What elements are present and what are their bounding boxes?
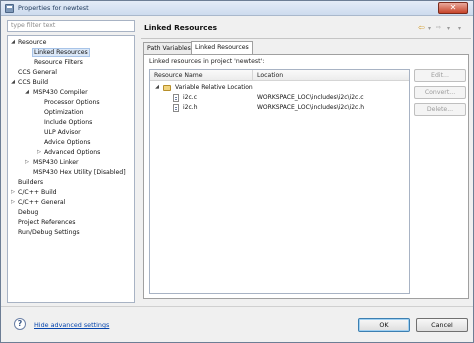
tree-item-resource-filters[interactable]: Resource Filters <box>34 58 83 67</box>
table-row[interactable]: i2c.h WORKSPACE_LOC\includes\i2c\i2c.h <box>150 103 409 112</box>
tree-item-debug[interactable]: Debug <box>18 208 38 217</box>
forward-dropdown-icon[interactable]: ▾ <box>447 24 450 33</box>
page-title: Linked Resources <box>144 23 217 32</box>
right-panel: Linked Resources ⇦ ▾ ⇨ ▾ ▾ Path Variable… <box>141 18 471 303</box>
tree-item-msp430-hex-utility[interactable]: MSP430 Hex Utility [Disabled] <box>33 168 126 177</box>
column-header-location[interactable]: Location <box>253 70 409 81</box>
tab-path-variables[interactable]: Path Variables <box>143 42 195 54</box>
folder-icon <box>163 85 171 91</box>
c-file-icon <box>173 94 179 102</box>
resource-location: WORKSPACE_LOC\includes\i2c\i2c.c <box>257 94 364 101</box>
tree-item-msp430-linker[interactable]: ▷ MSP430 Linker <box>24 158 79 167</box>
table-header: Resource Name Location <box>150 70 409 81</box>
tree-item-ulp-advisor[interactable]: ULP Advisor <box>44 128 81 137</box>
resources-caption: Linked resources in project 'newtest': <box>149 58 265 65</box>
page-navigation: ⇦ ▾ ⇨ ▾ ▾ <box>416 23 471 33</box>
tab-linked-resources[interactable]: Linked Resources <box>191 41 253 54</box>
delete-button[interactable]: Delete... <box>414 103 466 116</box>
expand-triangle-icon[interactable]: ◢ <box>154 83 160 92</box>
convert-button[interactable]: Convert... <box>414 86 466 99</box>
tree-item-advanced-options[interactable]: ▷ Advanced Options <box>36 148 100 157</box>
expand-triangle-icon[interactable]: ◢ <box>24 88 30 97</box>
close-button[interactable]: ✕ <box>438 2 468 14</box>
tree-item-linked-resources[interactable]: Linked Resources <box>32 48 90 57</box>
tree-item-include-options[interactable]: Include Options <box>44 118 92 127</box>
menu-down-icon[interactable]: ▾ <box>458 24 461 33</box>
expand-triangle-icon[interactable]: ◢ <box>10 78 16 87</box>
tree-item-builders[interactable]: Builders <box>18 178 43 187</box>
tree-item-advice-options[interactable]: Advice Options <box>44 138 90 147</box>
tree-item-msp430-compiler[interactable]: ◢ MSP430 Compiler <box>24 88 88 97</box>
tree-item-processor-options[interactable]: Processor Options <box>44 98 100 107</box>
edit-button[interactable]: Edit... <box>414 69 466 82</box>
resource-name: i2c.c <box>183 94 197 101</box>
resources-table[interactable]: Resource Name Location ◢ Variable Relati… <box>149 69 410 294</box>
collapsed-triangle-icon[interactable]: ▷ <box>24 158 30 167</box>
cancel-button[interactable]: Cancel <box>416 318 468 332</box>
tree-item-ccs-general[interactable]: CCS General <box>18 68 57 77</box>
filter-input[interactable]: type filter text <box>7 20 135 32</box>
app-icon <box>5 4 14 13</box>
property-tree: ◢ Resource Linked Resources Resource Fil… <box>7 35 135 303</box>
back-dropdown-icon[interactable]: ▾ <box>428 24 431 33</box>
tree-item-cpp-build[interactable]: ▷ C/C++ Build <box>10 188 57 197</box>
collapsed-triangle-icon[interactable]: ▷ <box>36 148 42 157</box>
column-header-resource-name[interactable]: Resource Name <box>150 70 253 81</box>
tree-item-cpp-general[interactable]: ▷ C/C++ General <box>10 198 65 207</box>
tree-item-ccs-build[interactable]: ◢ CCS Build <box>10 78 48 87</box>
title-bar: Properties for newtest ✕ <box>1 1 473 16</box>
left-panel: type filter text ◢ Resource Linked Resou… <box>7 20 135 303</box>
group-label: Variable Relative Location <box>175 84 253 91</box>
back-arrow-icon[interactable]: ⇦ <box>418 23 425 32</box>
forward-arrow-icon[interactable]: ⇨ <box>436 23 441 32</box>
tree-item-resource[interactable]: ◢ Resource <box>10 38 46 47</box>
footer-divider <box>1 306 473 307</box>
properties-dialog: Properties for newtest ✕ type filter tex… <box>0 0 474 343</box>
title-divider <box>141 38 471 39</box>
tab-content: Linked resources in project 'newtest': R… <box>143 54 469 299</box>
tree-item-run-debug-settings[interactable]: Run/Debug Settings <box>18 228 80 237</box>
collapsed-triangle-icon[interactable]: ▷ <box>10 198 16 207</box>
h-file-icon <box>173 104 179 112</box>
ok-button[interactable]: OK <box>358 318 410 332</box>
table-row[interactable]: i2c.c WORKSPACE_LOC\includes\i2c\i2c.c <box>150 93 409 102</box>
collapsed-triangle-icon[interactable]: ▷ <box>10 188 16 197</box>
tree-item-project-references[interactable]: Project References <box>18 218 76 227</box>
resource-name: i2c.h <box>183 104 198 111</box>
resource-location: WORKSPACE_LOC\includes\i2c\i2c.h <box>257 104 365 111</box>
tab-strip: Path Variables Linked Resources <box>143 41 469 54</box>
help-icon[interactable]: ? <box>14 318 26 330</box>
hide-advanced-settings-link[interactable]: Hide advanced settings <box>34 321 109 329</box>
expand-triangle-icon[interactable]: ◢ <box>10 38 16 47</box>
tree-item-optimization[interactable]: Optimization <box>44 108 84 117</box>
table-row-group[interactable]: ◢ Variable Relative Location <box>150 83 409 92</box>
window-title: Properties for newtest <box>18 4 89 12</box>
